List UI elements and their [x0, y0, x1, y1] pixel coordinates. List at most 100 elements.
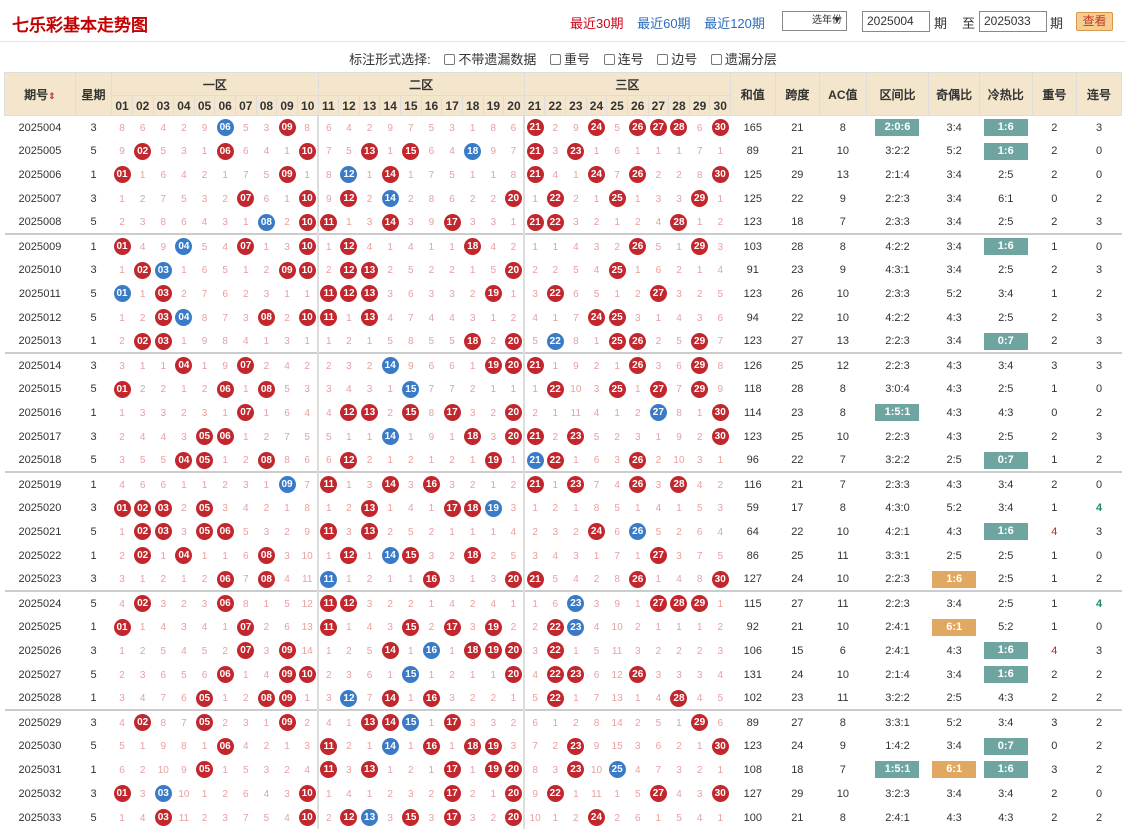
range-120-link[interactable]: 最近120期 [704, 16, 765, 31]
odd-even-cell: 3:4 [946, 668, 962, 681]
missing-count: 2 [284, 526, 290, 538]
option-layered[interactable]: 遗漏分层 [710, 52, 777, 67]
week-cell: 1 [90, 692, 97, 705]
missing-count: 6 [326, 122, 332, 134]
missing-count: 3 [552, 526, 558, 538]
missing-count: 4 [614, 479, 620, 491]
start-issue-input[interactable]: 2025004 [862, 11, 930, 32]
sum-cell: 123 [743, 740, 762, 753]
number-cell: 3 [174, 425, 195, 449]
checkbox-icon[interactable] [710, 54, 722, 65]
missing-count: 2 [119, 217, 125, 229]
missing-count: 4 [449, 146, 455, 158]
drawn-ball: 24 [587, 166, 605, 184]
number-cell: 02 [132, 590, 153, 616]
number-cell: 2 [174, 401, 195, 425]
number-cell: 5 [523, 686, 545, 711]
hot-cold-cell: 3:4 [998, 787, 1014, 800]
missing-count: 6 [655, 741, 662, 753]
span-cell: 21 [775, 471, 820, 497]
number-cell: 3 [132, 782, 153, 806]
drawn-ball: 03 [154, 523, 172, 541]
number-cell: 3 [627, 734, 648, 758]
number-cell: 19 [483, 352, 504, 378]
number-cell: 18 [462, 544, 483, 568]
range-30-link[interactable]: 最近30期 [570, 16, 623, 31]
option-consecutive[interactable]: 连号 [603, 52, 644, 67]
year-select[interactable]: 选年份 ▼ [782, 11, 847, 31]
consecutive-cell: 2 [1095, 811, 1103, 824]
missing-count: 4 [696, 479, 703, 491]
missing-count: 6 [366, 669, 373, 681]
drawn-ball: 25 [608, 332, 626, 350]
checkbox-icon[interactable] [444, 54, 456, 65]
missing-count: 2 [387, 526, 393, 538]
missing-count: 5 [263, 169, 270, 181]
col-issue[interactable]: 期号⇕ [4, 72, 76, 116]
missing-count: 3 [634, 645, 641, 657]
missing-count: 1 [593, 146, 600, 158]
checkbox-icon[interactable] [657, 54, 669, 65]
missing-count: 3 [449, 288, 455, 300]
drawn-ball: 10 [298, 809, 316, 826]
table-row: 2025009 1 01 4 9 04 5 4 07 1 3 10 1 12 4 1 4 1 1 18 4 2 1 1 4 3 2 2… [4, 233, 1122, 259]
sum-cell: 115 [730, 590, 776, 616]
number-cell: 4 [669, 306, 690, 330]
missing-count: 3 [532, 288, 538, 300]
missing-count: 1 [326, 645, 332, 657]
number-cell: 6 [709, 709, 731, 735]
missing-count: 1 [490, 384, 497, 396]
missing-count: 2 [696, 645, 703, 657]
number-cell: 3 [627, 306, 648, 330]
checkbox-icon[interactable] [603, 54, 615, 65]
missing-count: 1 [676, 622, 682, 634]
span-cell: 29 [791, 168, 804, 181]
options-label: 标注形式选择: [349, 52, 431, 67]
number-cell: 18 [462, 330, 483, 354]
option-no-missing[interactable]: 不带遗漏数据 [444, 52, 536, 67]
consecutive-cell: 3 [1095, 335, 1103, 348]
checkbox-icon[interactable] [549, 54, 561, 65]
drawn-ball: 22 [546, 618, 564, 636]
number-cell: 14 [380, 187, 401, 211]
week-cell: 5 [90, 454, 97, 467]
span-cell: 27 [775, 709, 820, 735]
span-cell: 23 [791, 264, 804, 277]
number-cell: 1 [174, 258, 195, 282]
missing-count: 4 [490, 598, 497, 610]
missing-count: 4 [139, 431, 146, 443]
number-cell: 1 [421, 449, 442, 473]
option-edge[interactable]: 边号 [657, 52, 697, 67]
table-row: 2025033 5 1 4 03 11 2 3 7 5 4 10 2 12 13 3 15 3 17 3 2 20 10 1 2… [5, 805, 1122, 830]
zone-ratio-cell: 2:4:1 [885, 621, 910, 634]
query-button[interactable]: 查看 [1076, 12, 1113, 31]
missing-count: 4 [243, 503, 249, 515]
issue-cell: 2025008 [18, 216, 62, 229]
number-cell: 02 [132, 544, 153, 568]
number-cell: 10 [297, 663, 318, 687]
number-cell: 6 [236, 139, 257, 163]
number-cell: 2 [648, 639, 669, 663]
range-60-link[interactable]: 最近60期 [637, 16, 690, 31]
ratio-badge: 1:6 [983, 523, 1028, 541]
number-cell: 1 [462, 520, 483, 544]
missing-count: 3 [408, 217, 414, 229]
missing-count: 2 [469, 693, 476, 705]
number-cell: 1 [215, 758, 236, 782]
option-repeat[interactable]: 重号 [549, 52, 590, 67]
week-cell: 3 [90, 264, 97, 277]
number-cell: 3 [566, 544, 587, 568]
missing-count: 2 [490, 407, 497, 419]
span-cell: 24 [791, 668, 804, 681]
number-cell: 5 [586, 282, 607, 306]
repeat-cell: 2 [1051, 145, 1058, 158]
number-cell: 9 [297, 520, 318, 544]
span-cell: 22 [791, 192, 804, 205]
repeat-cell: 3 [1032, 352, 1077, 378]
number-cell: 12 [339, 258, 360, 282]
repeat-cell: 3 [1051, 763, 1058, 776]
end-issue-input[interactable]: 2025033 [979, 11, 1047, 32]
number-cell: 2 [462, 282, 483, 306]
missing-count: 2 [573, 812, 579, 824]
number-cell: 02 [132, 258, 153, 282]
